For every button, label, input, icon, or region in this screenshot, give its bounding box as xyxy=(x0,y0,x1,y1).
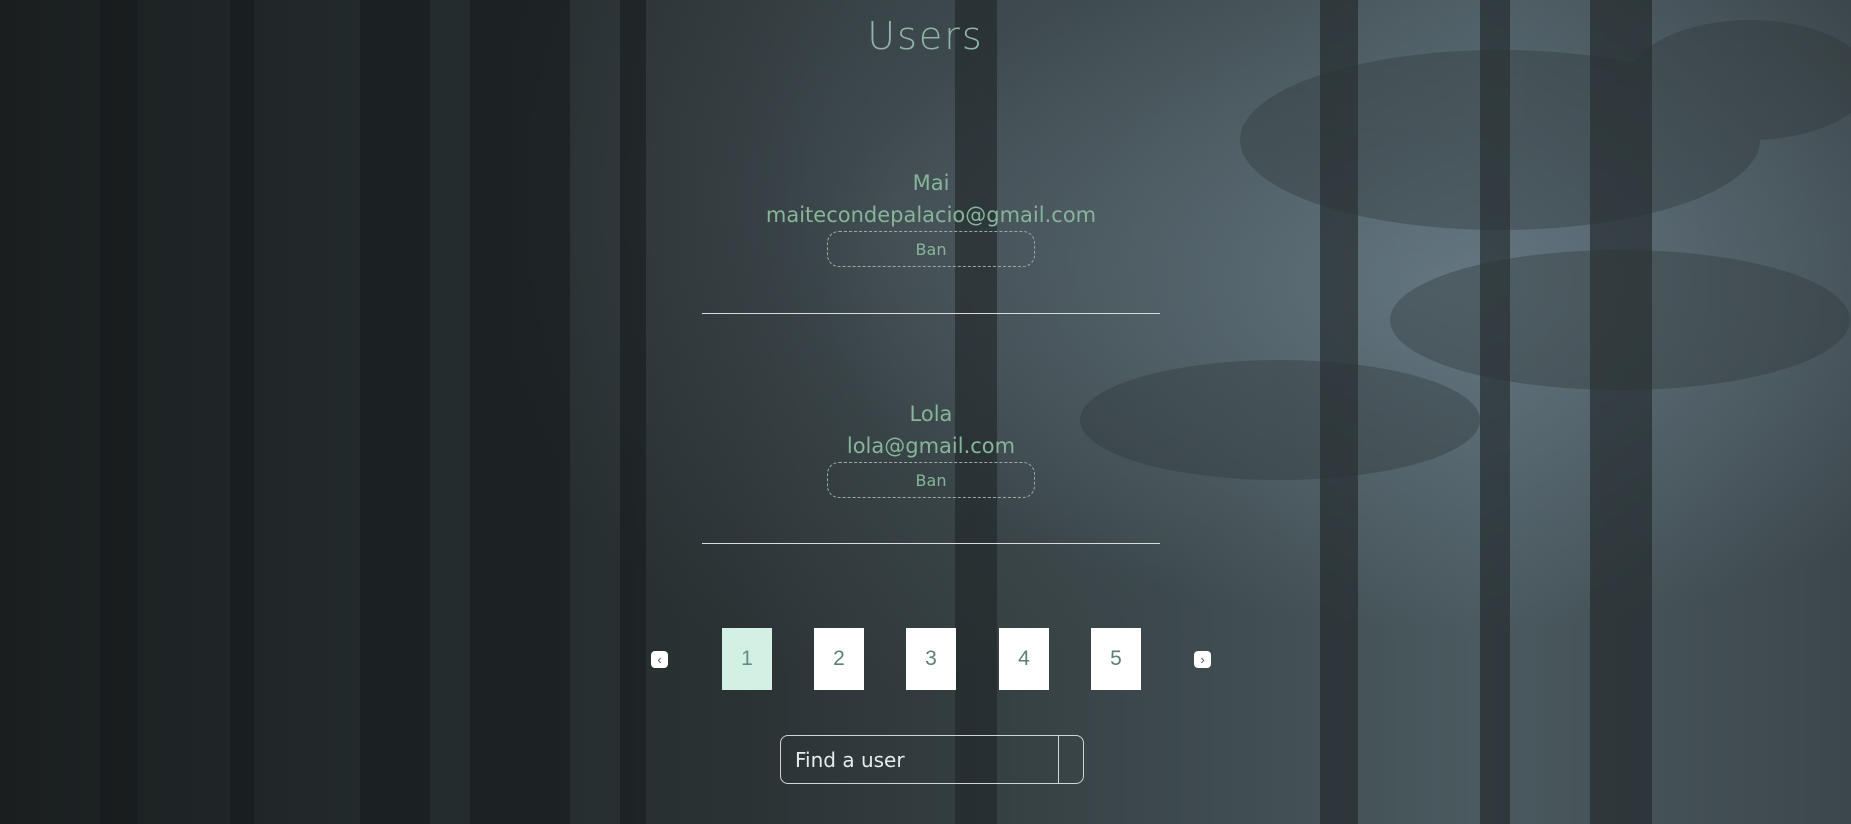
next-page-button[interactable]: › xyxy=(1194,651,1211,668)
page-button-3[interactable]: 3 xyxy=(906,628,956,690)
user-name: Mai xyxy=(912,171,950,195)
search-icon xyxy=(1062,751,1079,768)
divider xyxy=(702,313,1160,314)
search-button[interactable] xyxy=(1058,736,1083,783)
divider xyxy=(702,543,1160,544)
user-email: lola@gmail.com xyxy=(846,434,1016,458)
search-input[interactable] xyxy=(781,736,1058,783)
user-name: Lola xyxy=(909,402,953,426)
page-button-4[interactable]: 4 xyxy=(999,628,1049,690)
page-button-1[interactable]: 1 xyxy=(722,628,772,690)
page-title: Users xyxy=(867,14,984,58)
users-page: Users Mai maitecondepalacio@gmail.com Ba… xyxy=(0,0,1851,824)
user-email: maitecondepalacio@gmail.com xyxy=(765,203,1097,227)
user-card: Mai maitecondepalacio@gmail.com Ban xyxy=(702,167,1160,267)
page-button-5[interactable]: 5 xyxy=(1091,628,1141,690)
chevron-left-icon: ‹ xyxy=(657,652,662,667)
user-search xyxy=(780,735,1084,784)
chevron-right-icon: › xyxy=(1200,652,1205,667)
user-card: Lola lola@gmail.com Ban xyxy=(702,398,1160,498)
prev-page-button[interactable]: ‹ xyxy=(651,651,668,668)
ban-button[interactable]: Ban xyxy=(827,462,1035,498)
page-button-2[interactable]: 2 xyxy=(814,628,864,690)
ban-button[interactable]: Ban xyxy=(827,231,1035,267)
